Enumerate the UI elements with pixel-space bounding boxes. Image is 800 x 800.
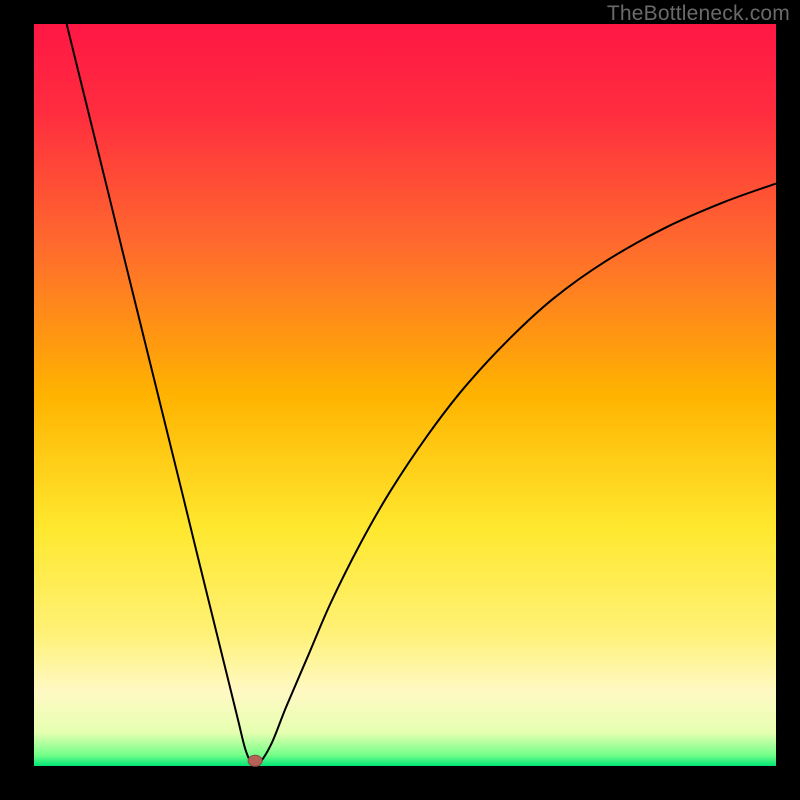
optimal-point-marker	[248, 755, 262, 766]
watermark-text: TheBottleneck.com	[607, 2, 790, 26]
plot-background	[34, 24, 776, 766]
chart-frame: { "watermark": "TheBottleneck.com", "col…	[0, 0, 800, 800]
bottleneck-chart	[0, 0, 800, 800]
